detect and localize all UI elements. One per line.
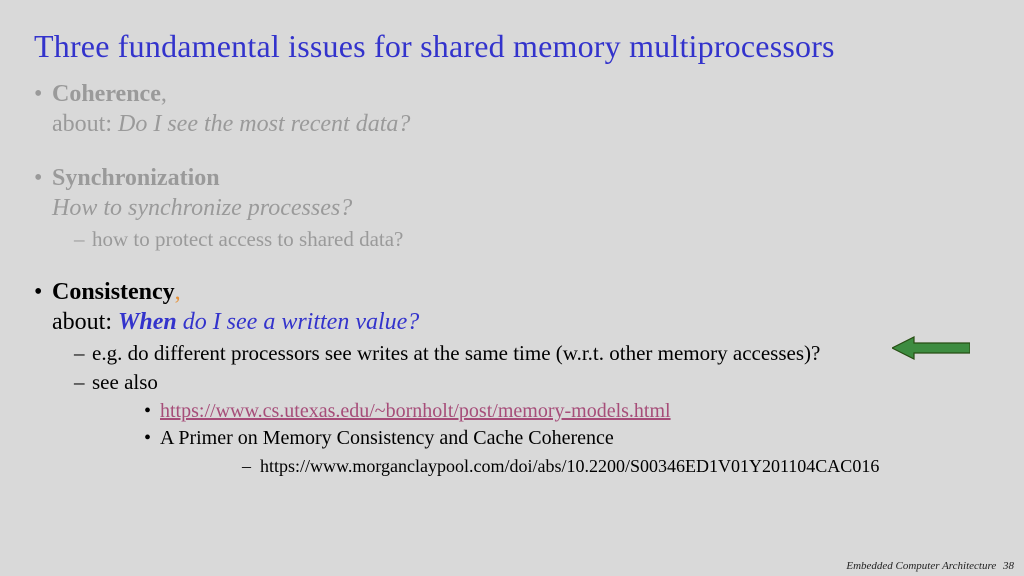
sub-list: e.g. do different processors see writes … [52,339,990,478]
sub-list: how to protect access to shared data? [52,225,990,253]
about-label: about: [52,111,118,137]
comma: , [161,81,167,107]
reference-item: A Primer on Memory Consistency and Cache… [92,425,990,478]
about-question: Do I see the most recent data? [118,111,410,137]
about-label: about: [52,309,118,335]
sub-item-see-also: see also https://www.cs.utexas.edu/~born… [52,368,990,479]
highlight-arrow-icon [892,336,970,360]
issues-list: Coherence, about: Do I see the most rece… [34,79,990,478]
sub-item: e.g. do different processors see writes … [52,339,990,367]
issue-coherence: Coherence, about: Do I see the most rece… [34,79,990,139]
see-also-label: see also [92,370,158,394]
about-question: How to synchronize processes? [52,193,990,223]
arrow-shape [892,337,970,359]
memory-models-link[interactable]: https://www.cs.utexas.edu/~bornholt/post… [160,400,671,422]
about-question: do I see a written value? [177,309,420,335]
reference-sub: https://www.morganclaypool.com/doi/abs/1… [160,454,990,478]
footer: Embedded Computer Architecture 38 [846,560,1014,572]
see-also-list: https://www.cs.utexas.edu/~bornholt/post… [92,398,990,478]
issue-synchronization: Synchronization How to synchronize proce… [34,163,990,253]
reference-url: https://www.morganclaypool.com/doi/abs/1… [160,454,990,478]
issue-name: Consistency [52,279,175,305]
slide-title: Three fundamental issues for shared memo… [34,28,990,65]
comma: , [175,279,181,305]
reference-title: A Primer on Memory Consistency and Cache… [160,427,614,449]
issue-name: Coherence [52,81,161,107]
sub-item: how to protect access to shared data? [52,225,990,253]
footer-course: Embedded Computer Architecture [846,560,996,572]
issue-name: Synchronization [52,165,220,191]
when-word: When [118,309,177,335]
link-item: https://www.cs.utexas.edu/~bornholt/post… [92,398,990,425]
slide: Three fundamental issues for shared memo… [0,0,1024,576]
footer-page: 38 [999,560,1014,572]
issue-consistency: Consistency, about: When do I see a writ… [34,277,990,478]
